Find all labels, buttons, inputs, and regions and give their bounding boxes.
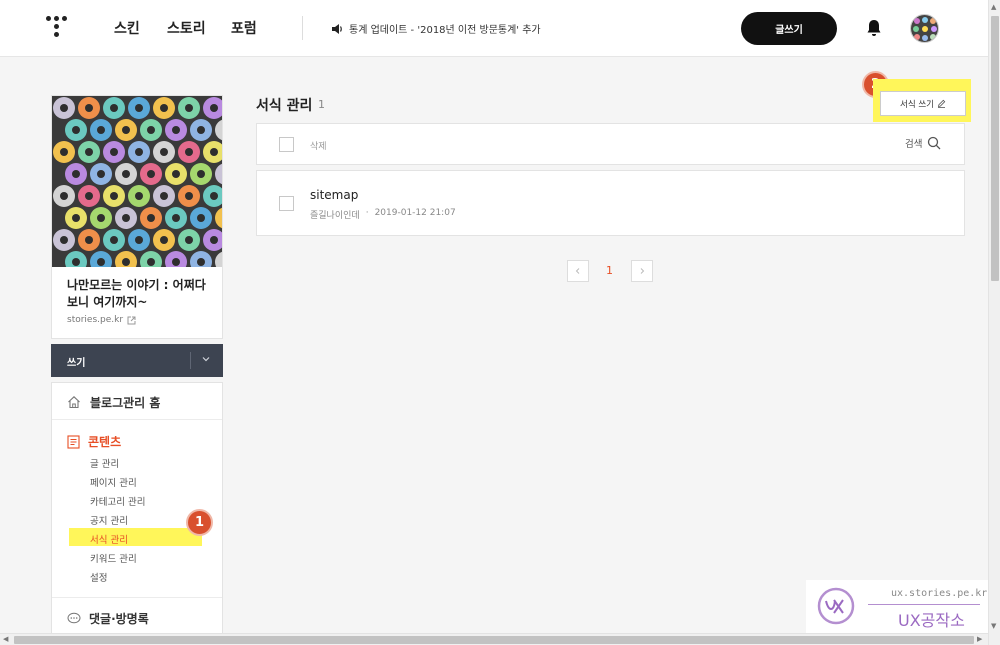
- write-post-button[interactable]: 글쓰기: [741, 12, 837, 45]
- menu-comments-guestbook[interactable]: 댓글·방명록: [67, 610, 149, 627]
- watermark: ux.stories.pe.kr UX공작소: [806, 580, 988, 633]
- form-count: 1: [318, 98, 325, 111]
- nav-forum-link[interactable]: 포럼: [231, 18, 257, 38]
- chevron-down-icon[interactable]: [201, 354, 211, 364]
- menu-keyword-management[interactable]: 키워드 관리: [90, 551, 137, 565]
- scroll-up-arrow[interactable]: ▲: [991, 3, 996, 11]
- watermark-name: UX공작소: [898, 611, 965, 630]
- menu-content-label: 콘텐츠: [88, 435, 122, 449]
- horizontal-scroll-thumb[interactable]: [14, 636, 974, 644]
- nav-skin-link[interactable]: 스킨: [114, 18, 140, 38]
- home-icon: [68, 396, 80, 409]
- bell-icon[interactable]: [866, 19, 882, 37]
- search-icon: [928, 136, 941, 150]
- write-dropdown-divider: [190, 352, 191, 369]
- page-title: 서식 관리: [256, 98, 313, 114]
- speaker-icon: [332, 23, 342, 34]
- menu-blog-home[interactable]: 블로그관리 홈: [52, 383, 222, 420]
- write-dropdown[interactable]: 쓰기: [51, 344, 223, 377]
- menu-comments-label: 댓글·방명록: [89, 612, 149, 626]
- menu-form-management[interactable]: 서식 관리: [90, 532, 128, 546]
- top-navigation: 스킨 스토리 포럼 통계 업데이트 - '2018년 이전 방문통계' 추가 글…: [0, 0, 988, 57]
- item-checkbox[interactable]: [279, 196, 294, 211]
- avatar[interactable]: [910, 14, 939, 43]
- nav-story-link[interactable]: 스토리: [167, 18, 206, 38]
- scroll-right-arrow[interactable]: ▶: [977, 635, 982, 643]
- meta-separator: ·: [365, 208, 369, 218]
- document-icon: [67, 434, 80, 449]
- menu-blog-home-label: 블로그관리 홈: [90, 396, 161, 410]
- nav-divider: [302, 16, 303, 40]
- menu-notice-management[interactable]: 공지 관리: [90, 513, 128, 527]
- vertical-scroll-thumb[interactable]: [991, 16, 999, 281]
- tistory-logo[interactable]: [46, 16, 68, 40]
- write-dropdown-label: 쓰기: [67, 358, 86, 369]
- menu-page-management[interactable]: 페이지 관리: [90, 475, 137, 489]
- annotation-badge-1: 1: [186, 509, 213, 536]
- watermark-line: [868, 604, 980, 605]
- watermark-url: ux.stories.pe.kr: [891, 588, 988, 599]
- chevron-right-icon: [640, 268, 645, 274]
- chevron-left-icon: [575, 268, 580, 274]
- pencil-icon: [937, 99, 946, 108]
- speech-bubble-icon: [67, 612, 81, 624]
- form-list-item: sitemap 즐길나이인데 · 2019-01-12 21:07: [256, 170, 965, 236]
- vertical-scrollbar[interactable]: ▲ ▼: [988, 0, 1000, 645]
- scroll-down-arrow[interactable]: ▼: [991, 622, 996, 630]
- menu-divider: [52, 597, 222, 598]
- new-form-label: 서식 쓰기: [900, 99, 934, 110]
- notice-text: 통계 업데이트 - '2018년 이전 방문통계' 추가: [349, 25, 541, 36]
- ux-logo-icon: [817, 587, 855, 625]
- menu-post-management[interactable]: 글 관리: [90, 456, 119, 470]
- menu-category-management[interactable]: 카테고리 관리: [90, 494, 145, 508]
- blog-card: 나만모르는 이야기 : 어쩌다 보니 여기까지~ stories.pe.kr: [51, 95, 223, 339]
- blog-cover-image: [52, 96, 222, 267]
- blog-title[interactable]: 나만모르는 이야기 : 어쩌다 보니 여기까지~: [67, 277, 217, 311]
- next-page-button[interactable]: [631, 260, 653, 282]
- scroll-left-arrow[interactable]: ◀: [3, 635, 8, 643]
- select-all-checkbox[interactable]: [279, 137, 294, 152]
- item-title-link[interactable]: sitemap: [310, 188, 358, 202]
- prev-page-button[interactable]: [567, 260, 589, 282]
- blog-url-text: stories.pe.kr: [67, 315, 124, 325]
- search-label: 검색: [905, 139, 923, 150]
- external-link-icon: [127, 316, 136, 324]
- notice-banner[interactable]: 통계 업데이트 - '2018년 이전 방문통계' 추가: [331, 21, 541, 36]
- blog-url-link[interactable]: stories.pe.kr: [67, 315, 136, 325]
- search-button[interactable]: 검색: [905, 136, 941, 150]
- horizontal-scrollbar[interactable]: ◀ ▶: [0, 633, 988, 645]
- new-form-button[interactable]: 서식 쓰기: [880, 91, 966, 116]
- menu-content-section[interactable]: 콘텐츠: [67, 433, 121, 450]
- menu-settings[interactable]: 설정: [90, 570, 107, 584]
- delete-button[interactable]: 삭제: [310, 139, 327, 152]
- page-number[interactable]: 1: [606, 264, 613, 277]
- item-author: 즐길나이인데: [310, 211, 360, 221]
- list-toolbar: 삭제 검색: [256, 123, 965, 165]
- item-date: 2019-01-12 21:07: [374, 208, 456, 218]
- highlight-form-menu: [69, 528, 202, 546]
- item-meta: 즐길나이인데 · 2019-01-12 21:07: [310, 208, 456, 221]
